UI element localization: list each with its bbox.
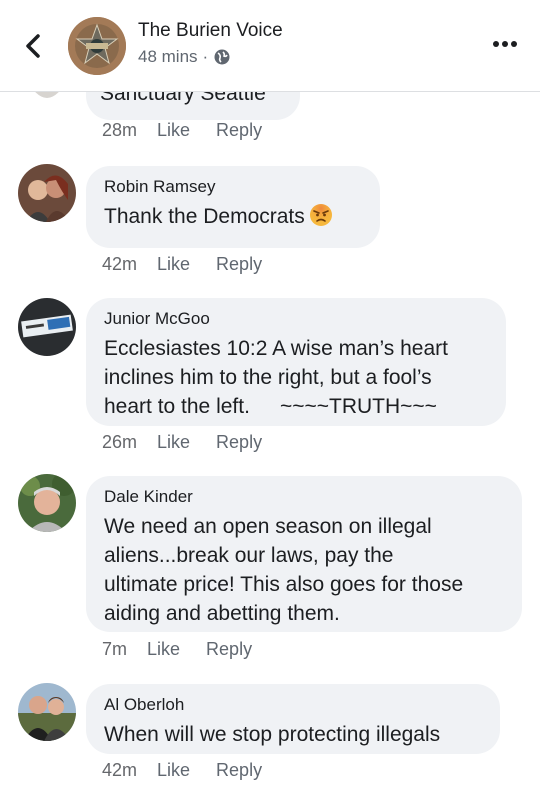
- comment-line: ultimate price! This also goes for those: [104, 573, 464, 596]
- comment-time[interactable]: 42m: [102, 254, 137, 275]
- comment-actions: 26m Like Reply: [102, 432, 262, 453]
- page-avatar[interactable]: [68, 17, 126, 75]
- comment-text: Thank the Democrats: [104, 202, 362, 231]
- comment-line: heart to the left.: [104, 395, 250, 418]
- back-button[interactable]: [14, 26, 54, 66]
- comment-bubble: Dale Kinder We need an open season on il…: [86, 476, 522, 632]
- comment-line: aiding and abetting them.: [104, 602, 340, 625]
- reply-button[interactable]: Reply: [206, 639, 252, 660]
- comment-line: Thank the Democrats: [104, 205, 305, 228]
- comment-line: When will we stop protecting illegals: [104, 723, 441, 746]
- comment-line: We need an open season on illegal: [104, 515, 432, 538]
- reply-button[interactable]: Reply: [216, 760, 262, 781]
- post-header: The Burien Voice 48 mins ·: [0, 0, 540, 92]
- like-button[interactable]: Like: [157, 432, 190, 453]
- like-button[interactable]: Like: [157, 120, 190, 141]
- globe-icon: [214, 49, 230, 65]
- comment-bubble: Al Oberloh When will we stop protecting …: [86, 684, 500, 754]
- more-horizontal-icon: [493, 41, 517, 47]
- angry-face-icon: [309, 204, 332, 226]
- reply-button[interactable]: Reply: [216, 120, 262, 141]
- commenter-avatar[interactable]: [18, 164, 76, 222]
- like-button[interactable]: Like: [157, 254, 190, 275]
- comment-actions: 7m Like Reply: [102, 639, 252, 660]
- comment-line: inclines him to the right, but a fool’s: [104, 366, 432, 389]
- comment-time[interactable]: 42m: [102, 760, 137, 781]
- post-meta: 48 mins ·: [138, 47, 231, 67]
- comment-bubble: Robin Ramsey Thank the Democrats: [86, 166, 380, 248]
- comment-line: aliens...break our laws, pay the: [104, 544, 394, 567]
- like-button[interactable]: Like: [157, 760, 190, 781]
- page-title[interactable]: The Burien Voice: [138, 20, 283, 42]
- commenter-avatar[interactable]: [18, 683, 76, 741]
- chevron-left-icon: [26, 34, 40, 58]
- comment-time[interactable]: 26m: [102, 432, 137, 453]
- more-options-button[interactable]: [492, 34, 518, 54]
- comment-time[interactable]: 7m: [102, 639, 127, 660]
- comment-text: When will we stop protecting illegals: [104, 720, 482, 749]
- commenter-avatar[interactable]: [18, 298, 76, 356]
- comment-actions: 42m Like Reply: [102, 254, 262, 275]
- commenter-name[interactable]: Robin Ramsey: [104, 176, 362, 198]
- commenter-avatar[interactable]: [18, 474, 76, 532]
- comment-line: Ecclesiastes 10:2 A wise man’s heart: [104, 337, 448, 360]
- post-time[interactable]: 48 mins: [138, 47, 198, 67]
- reply-button[interactable]: Reply: [216, 254, 262, 275]
- reply-button[interactable]: Reply: [216, 432, 262, 453]
- like-button[interactable]: Like: [147, 639, 180, 660]
- commenter-name[interactable]: Al Oberloh: [104, 694, 482, 716]
- comment-actions: 28m Like Reply: [102, 120, 262, 141]
- commenter-name[interactable]: Dale Kinder: [104, 486, 504, 508]
- commenter-name[interactable]: Junior McGoo: [104, 308, 488, 330]
- comment-tail: ~~~~TRUTH~~~: [279, 395, 437, 418]
- meta-separator: ·: [202, 47, 209, 66]
- comment-text: We need an open season on illegal aliens…: [104, 512, 504, 628]
- sheriff-badge-logo: [68, 17, 126, 75]
- comment-text: Ecclesiastes 10:2 A wise man’s heart inc…: [104, 334, 488, 421]
- comment-actions: 42m Like Reply: [102, 760, 262, 781]
- comment-bubble: Junior McGoo Ecclesiastes 10:2 A wise ma…: [86, 298, 506, 426]
- comment-time[interactable]: 28m: [102, 120, 137, 141]
